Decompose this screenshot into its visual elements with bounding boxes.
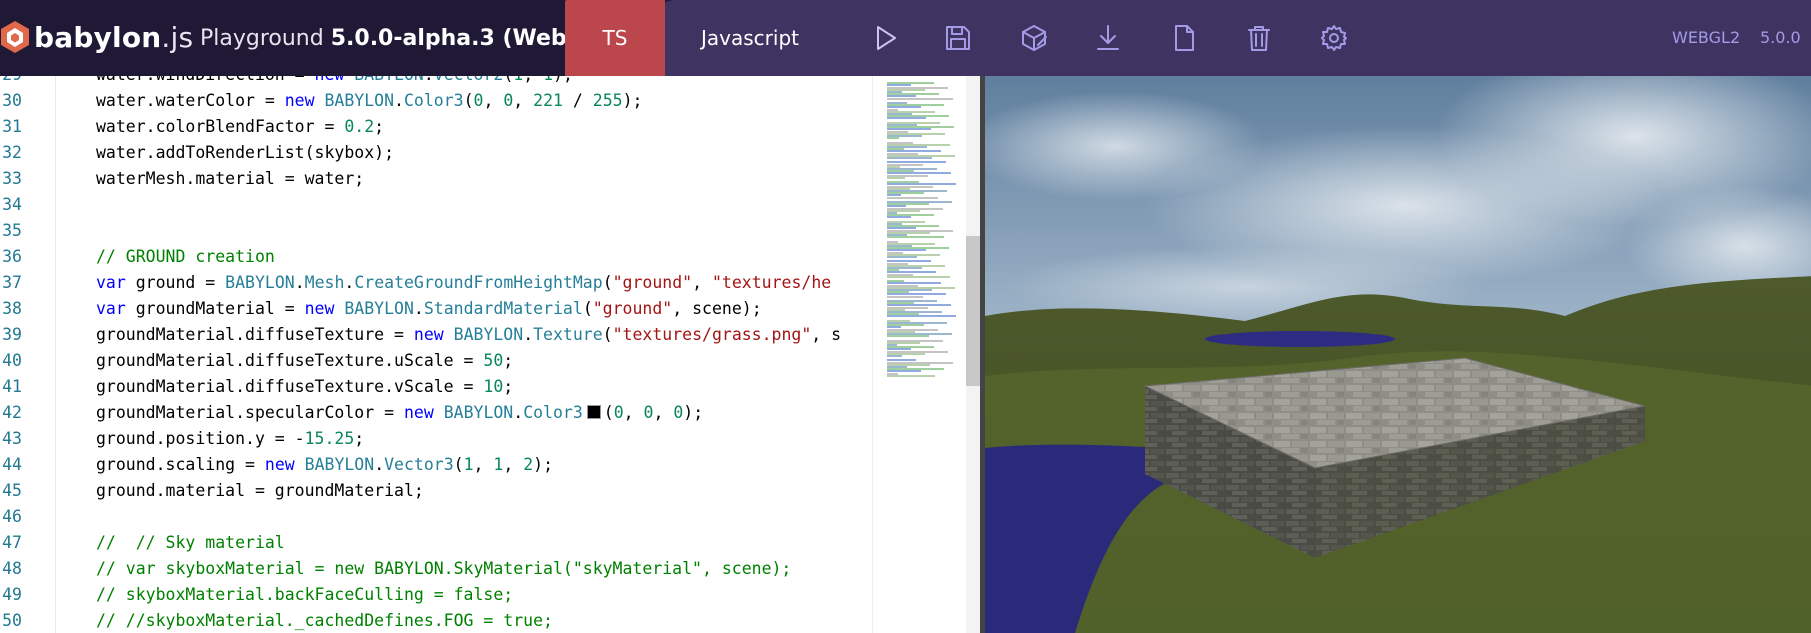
scene-render (985, 76, 1811, 633)
line-number: 39 (2, 325, 22, 344)
babylon-logo[interactable]: babylon.js (0, 0, 193, 76)
code-line[interactable]: 49 // skyboxMaterial.backFaceCulling = fa… (0, 582, 872, 608)
tab-typescript[interactable]: TS (565, 0, 665, 76)
code-editor[interactable]: 29 water.windDirection = new BABYLON.Vect… (0, 76, 980, 633)
inspector-icon[interactable] (1018, 22, 1050, 54)
line-number: 50 (2, 611, 22, 630)
code-line[interactable]: 45 ground.material = groundMaterial; (0, 478, 872, 504)
top-bar: babylon.js Playground 5.0.0-alpha.3 (Web… (0, 0, 1811, 76)
code-text[interactable]: water.waterColor = new BABYLON.Color3(0,… (96, 88, 642, 114)
line-number: 36 (2, 247, 22, 266)
line-number: 41 (2, 377, 22, 396)
code-text[interactable]: ground.position.y = -15.25; (96, 426, 364, 452)
code-text[interactable]: water.addToRenderList(skybox); (96, 140, 394, 166)
code-text[interactable]: // skyboxMaterial.backFaceCulling = fals… (96, 582, 513, 608)
code-line[interactable]: 44 ground.scaling = new BABYLON.Vector3(1… (0, 452, 872, 478)
new-file-icon[interactable] (1168, 22, 1200, 54)
code-line[interactable]: 33 waterMesh.material = water; (0, 166, 872, 192)
line-number: 31 (2, 117, 22, 136)
code-text[interactable]: waterMesh.material = water; (96, 166, 364, 192)
tab-javascript[interactable]: Javascript (700, 0, 800, 76)
line-number: 47 (2, 533, 22, 552)
code-lines[interactable]: 29 water.windDirection = new BABYLON.Vect… (0, 76, 872, 633)
line-number: 37 (2, 273, 22, 292)
clear-icon[interactable] (1243, 22, 1275, 54)
line-number: 35 (2, 221, 22, 240)
settings-icon[interactable] (1318, 22, 1350, 54)
save-icon[interactable] (942, 22, 974, 54)
code-line[interactable]: 37 var ground = BABYLON.Mesh.CreateGround… (0, 270, 872, 296)
code-line[interactable]: 30 water.waterColor = new BABYLON.Color3(… (0, 88, 872, 114)
line-number: 46 (2, 507, 22, 526)
code-line[interactable]: 41 groundMaterial.diffuseTexture.vScale =… (0, 374, 872, 400)
line-number: 30 (2, 91, 22, 110)
line-number: 45 (2, 481, 22, 500)
code-text[interactable]: groundMaterial.diffuseTexture.uScale = 5… (96, 348, 513, 374)
play-icon[interactable] (869, 22, 901, 54)
editor-toolbar-bg (650, 0, 1811, 76)
line-number: 40 (2, 351, 22, 370)
version-label[interactable]: 5.0.0 (1760, 28, 1801, 47)
code-line[interactable]: 39 groundMaterial.diffuseTexture = new BA… (0, 322, 872, 348)
engine-label[interactable]: WEBGL2 (1672, 28, 1740, 47)
code-line[interactable]: 31 water.colorBlendFactor = 0.2; (0, 114, 872, 140)
line-number: 38 (2, 299, 22, 318)
code-line[interactable]: 35 (0, 218, 872, 244)
code-line[interactable]: 46 (0, 504, 872, 530)
code-text[interactable]: // // Sky material (96, 530, 285, 556)
code-line[interactable]: 40 groundMaterial.diffuseTexture.uScale =… (0, 348, 872, 374)
code-text[interactable]: groundMaterial.diffuseTexture.vScale = 1… (96, 374, 513, 400)
code-line[interactable]: 50 // //skyboxMaterial._cachedDefines.FOG… (0, 608, 872, 633)
line-number: 42 (2, 403, 22, 422)
code-line[interactable]: 36 // GROUND creation (0, 244, 872, 270)
code-line[interactable]: 32 water.addToRenderList(skybox); (0, 140, 872, 166)
line-number: 44 (2, 455, 22, 474)
color-swatch[interactable] (586, 405, 601, 419)
logo-text: babylon.js (34, 21, 194, 54)
download-icon[interactable] (1092, 22, 1124, 54)
code-text[interactable]: // GROUND creation (96, 244, 275, 270)
editor-scrollbar-thumb[interactable] (966, 236, 980, 386)
code-text[interactable]: // var skyboxMaterial = new BABYLON.SkyM… (96, 556, 791, 582)
code-text[interactable]: var groundMaterial = new BABYLON.Standar… (96, 296, 762, 322)
line-number: 49 (2, 585, 22, 604)
code-line[interactable]: 38 var groundMaterial = new BABYLON.Stand… (0, 296, 872, 322)
line-number: 43 (2, 429, 22, 448)
minimap[interactable] (872, 76, 968, 633)
minimap-line (887, 374, 935, 377)
code-text[interactable]: var ground = BABYLON.Mesh.CreateGroundFr… (96, 270, 831, 296)
line-number: 29 (0, 76, 22, 88)
line-number: 32 (2, 143, 22, 162)
code-line[interactable]: 48 // var skyboxMaterial = new BABYLON.Sk… (0, 556, 872, 582)
playground-title: Playground 5.0.0-alpha.3 (WebGL2) (200, 26, 625, 51)
line-number: 33 (2, 169, 22, 188)
code-text[interactable]: groundMaterial.specularColor = new BABYL… (96, 400, 703, 426)
code-line[interactable]: 29 water.windDirection = new BABYLON.Vect… (0, 76, 872, 88)
render-canvas[interactable] (980, 76, 1811, 633)
line-number: 48 (2, 559, 22, 578)
code-text[interactable]: water.windDirection = new BABYLON.Vector… (96, 76, 573, 88)
code-text[interactable]: water.colorBlendFactor = 0.2; (96, 114, 384, 140)
code-text[interactable]: groundMaterial.diffuseTexture = new BABY… (96, 322, 841, 348)
code-text[interactable]: ground.scaling = new BABYLON.Vector3(1, … (96, 452, 553, 478)
babylon-logo-icon (1, 21, 29, 53)
code-line[interactable]: 47 // // Sky material (0, 530, 872, 556)
line-number: 34 (2, 195, 22, 214)
code-line[interactable]: 42 groundMaterial.specularColor = new BAB… (0, 400, 872, 426)
code-line[interactable]: 43 ground.position.y = -15.25; (0, 426, 872, 452)
code-text[interactable]: ground.material = groundMaterial; (96, 478, 424, 504)
code-text[interactable]: // //skyboxMaterial._cachedDefines.FOG =… (96, 608, 553, 633)
code-line[interactable]: 34 (0, 192, 872, 218)
